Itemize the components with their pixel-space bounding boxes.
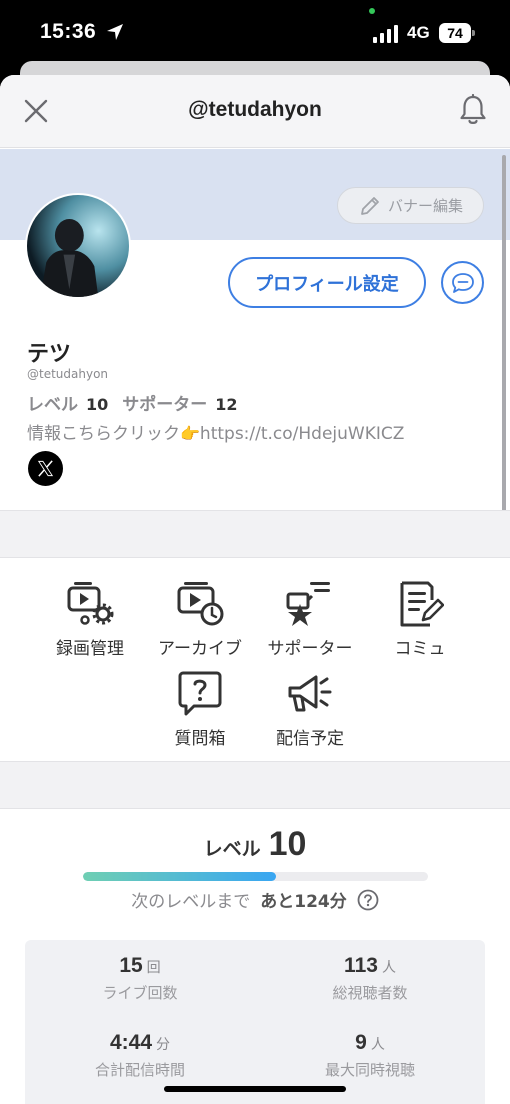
menu-label: 質問箱 <box>174 729 226 749</box>
level-progress-fill <box>83 872 277 881</box>
level-value: 10 <box>86 395 109 414</box>
stat-live-count: 15 回 ライブ回数 <box>25 954 255 1003</box>
banner-edit-label: バナー編集 <box>387 197 463 215</box>
bio-link[interactable]: https://t.co/HdejuWKICZ <box>200 424 405 444</box>
supporter-label: サポーター <box>122 395 208 415</box>
battery-level: 74 <box>439 23 471 43</box>
supporter-icon <box>286 582 330 626</box>
stat-unit: 分 <box>156 1036 171 1052</box>
status-bar: 15:36 4G 74 <box>0 0 510 70</box>
user-name: テツ <box>27 342 72 367</box>
menu-archive[interactable]: アーカイブ <box>145 580 255 659</box>
privacy-indicator <box>369 8 375 14</box>
stat-label: 合計配信時間 <box>94 1061 185 1079</box>
help-icon[interactable] <box>357 889 379 911</box>
menu-question-box[interactable]: 質問箱 <box>145 670 255 749</box>
stat-max-concurrent: 9人 最大同時視聴 <box>255 1031 485 1080</box>
level-label: レベル <box>27 395 78 415</box>
stat-value: 4:44 <box>109 1031 153 1054</box>
recording-manage-icon <box>67 582 114 625</box>
avatar-image <box>27 195 129 297</box>
profile-sheet: @tetudahyon バナー編集 プロフィール設定 テツ @tetudahyo… <box>0 75 510 1104</box>
stat-unit: 人 <box>370 1036 385 1052</box>
bell-icon[interactable] <box>458 94 488 126</box>
level-heading-label: レベル <box>203 838 261 860</box>
stat-label: ライブ回数 <box>102 984 178 1002</box>
bio-text: 情報こちらクリック <box>27 424 180 444</box>
home-indicator[interactable] <box>164 1086 346 1092</box>
menu-label: 録画管理 <box>56 639 124 659</box>
next-level-remaining: あと124分 <box>260 892 347 912</box>
menu-label: 配信予定 <box>276 729 344 749</box>
stat-total-viewers: 113 人 総視聴者数 <box>255 954 485 1003</box>
supporter-value: 12 <box>215 395 238 414</box>
battery-icon: 74 <box>439 23 475 43</box>
level-heading: レベル 10 <box>0 825 510 864</box>
menu-recording-manage[interactable]: 録画管理 <box>35 580 145 659</box>
level-heading-value: 10 <box>268 825 307 863</box>
profile-settings-button[interactable]: プロフィール設定 <box>228 257 426 308</box>
status-time: 15:36 <box>40 20 97 43</box>
menu-label: アーカイブ <box>158 639 242 659</box>
menu-schedule[interactable]: 配信予定 <box>255 670 365 749</box>
user-handle: @tetudahyon <box>27 367 109 381</box>
stat-label: 最大同時視聴 <box>324 1061 415 1079</box>
x-social-icon[interactable] <box>28 451 63 486</box>
section-divider <box>0 510 510 558</box>
pointing-hand-icon: 👉 <box>180 424 200 443</box>
page-title: @tetudahyon <box>188 98 322 121</box>
avatar[interactable] <box>25 193 131 299</box>
level-progress-bar <box>83 872 428 881</box>
bio: 情報こちらクリック👉https://t.co/HdejuWKICZ <box>27 419 404 444</box>
stat-unit: 人 <box>381 959 396 975</box>
menu-label: サポーター <box>267 639 353 659</box>
stat-total-stream-time: 4:44 分 合計配信時間 <box>25 1031 255 1080</box>
stat-value: 113 <box>344 954 378 977</box>
nav-bar: @tetudahyon <box>0 75 510 148</box>
menu-supporter[interactable]: サポーター <box>255 580 365 659</box>
next-level-info: 次のレベルまで あと124分 <box>0 887 510 912</box>
message-button[interactable] <box>441 261 484 304</box>
level-supporter-summary: レベル 10 サポーター 12 <box>27 390 244 415</box>
megaphone-icon <box>288 675 332 712</box>
archive-icon <box>177 582 224 626</box>
scrollbar[interactable] <box>502 155 506 519</box>
stat-unit: 回 <box>146 959 161 975</box>
stat-label: 総視聴者数 <box>332 984 408 1002</box>
stat-value: 15 <box>119 954 143 977</box>
chat-bubble-icon <box>451 272 474 293</box>
section-divider <box>0 761 510 809</box>
network-type: 4G <box>407 23 430 42</box>
pencil-icon <box>361 196 379 215</box>
location-arrow-icon <box>107 24 123 40</box>
stat-value: 9 <box>355 1031 367 1054</box>
next-level-label: 次のレベルまで <box>131 892 251 912</box>
stats-card: 15 回 ライブ回数 113 人 総視聴者数 4:44 分 合計配信時間 9人 最大同… <box>25 940 485 1104</box>
community-icon <box>400 581 444 627</box>
menu-label: コミュ <box>394 639 446 659</box>
menu-community[interactable]: コミュ <box>365 580 475 659</box>
signal-icon <box>373 25 398 43</box>
question-box-icon <box>178 671 222 716</box>
x-logo-icon <box>37 460 54 477</box>
banner-edit-button[interactable]: バナー編集 <box>337 187 484 224</box>
